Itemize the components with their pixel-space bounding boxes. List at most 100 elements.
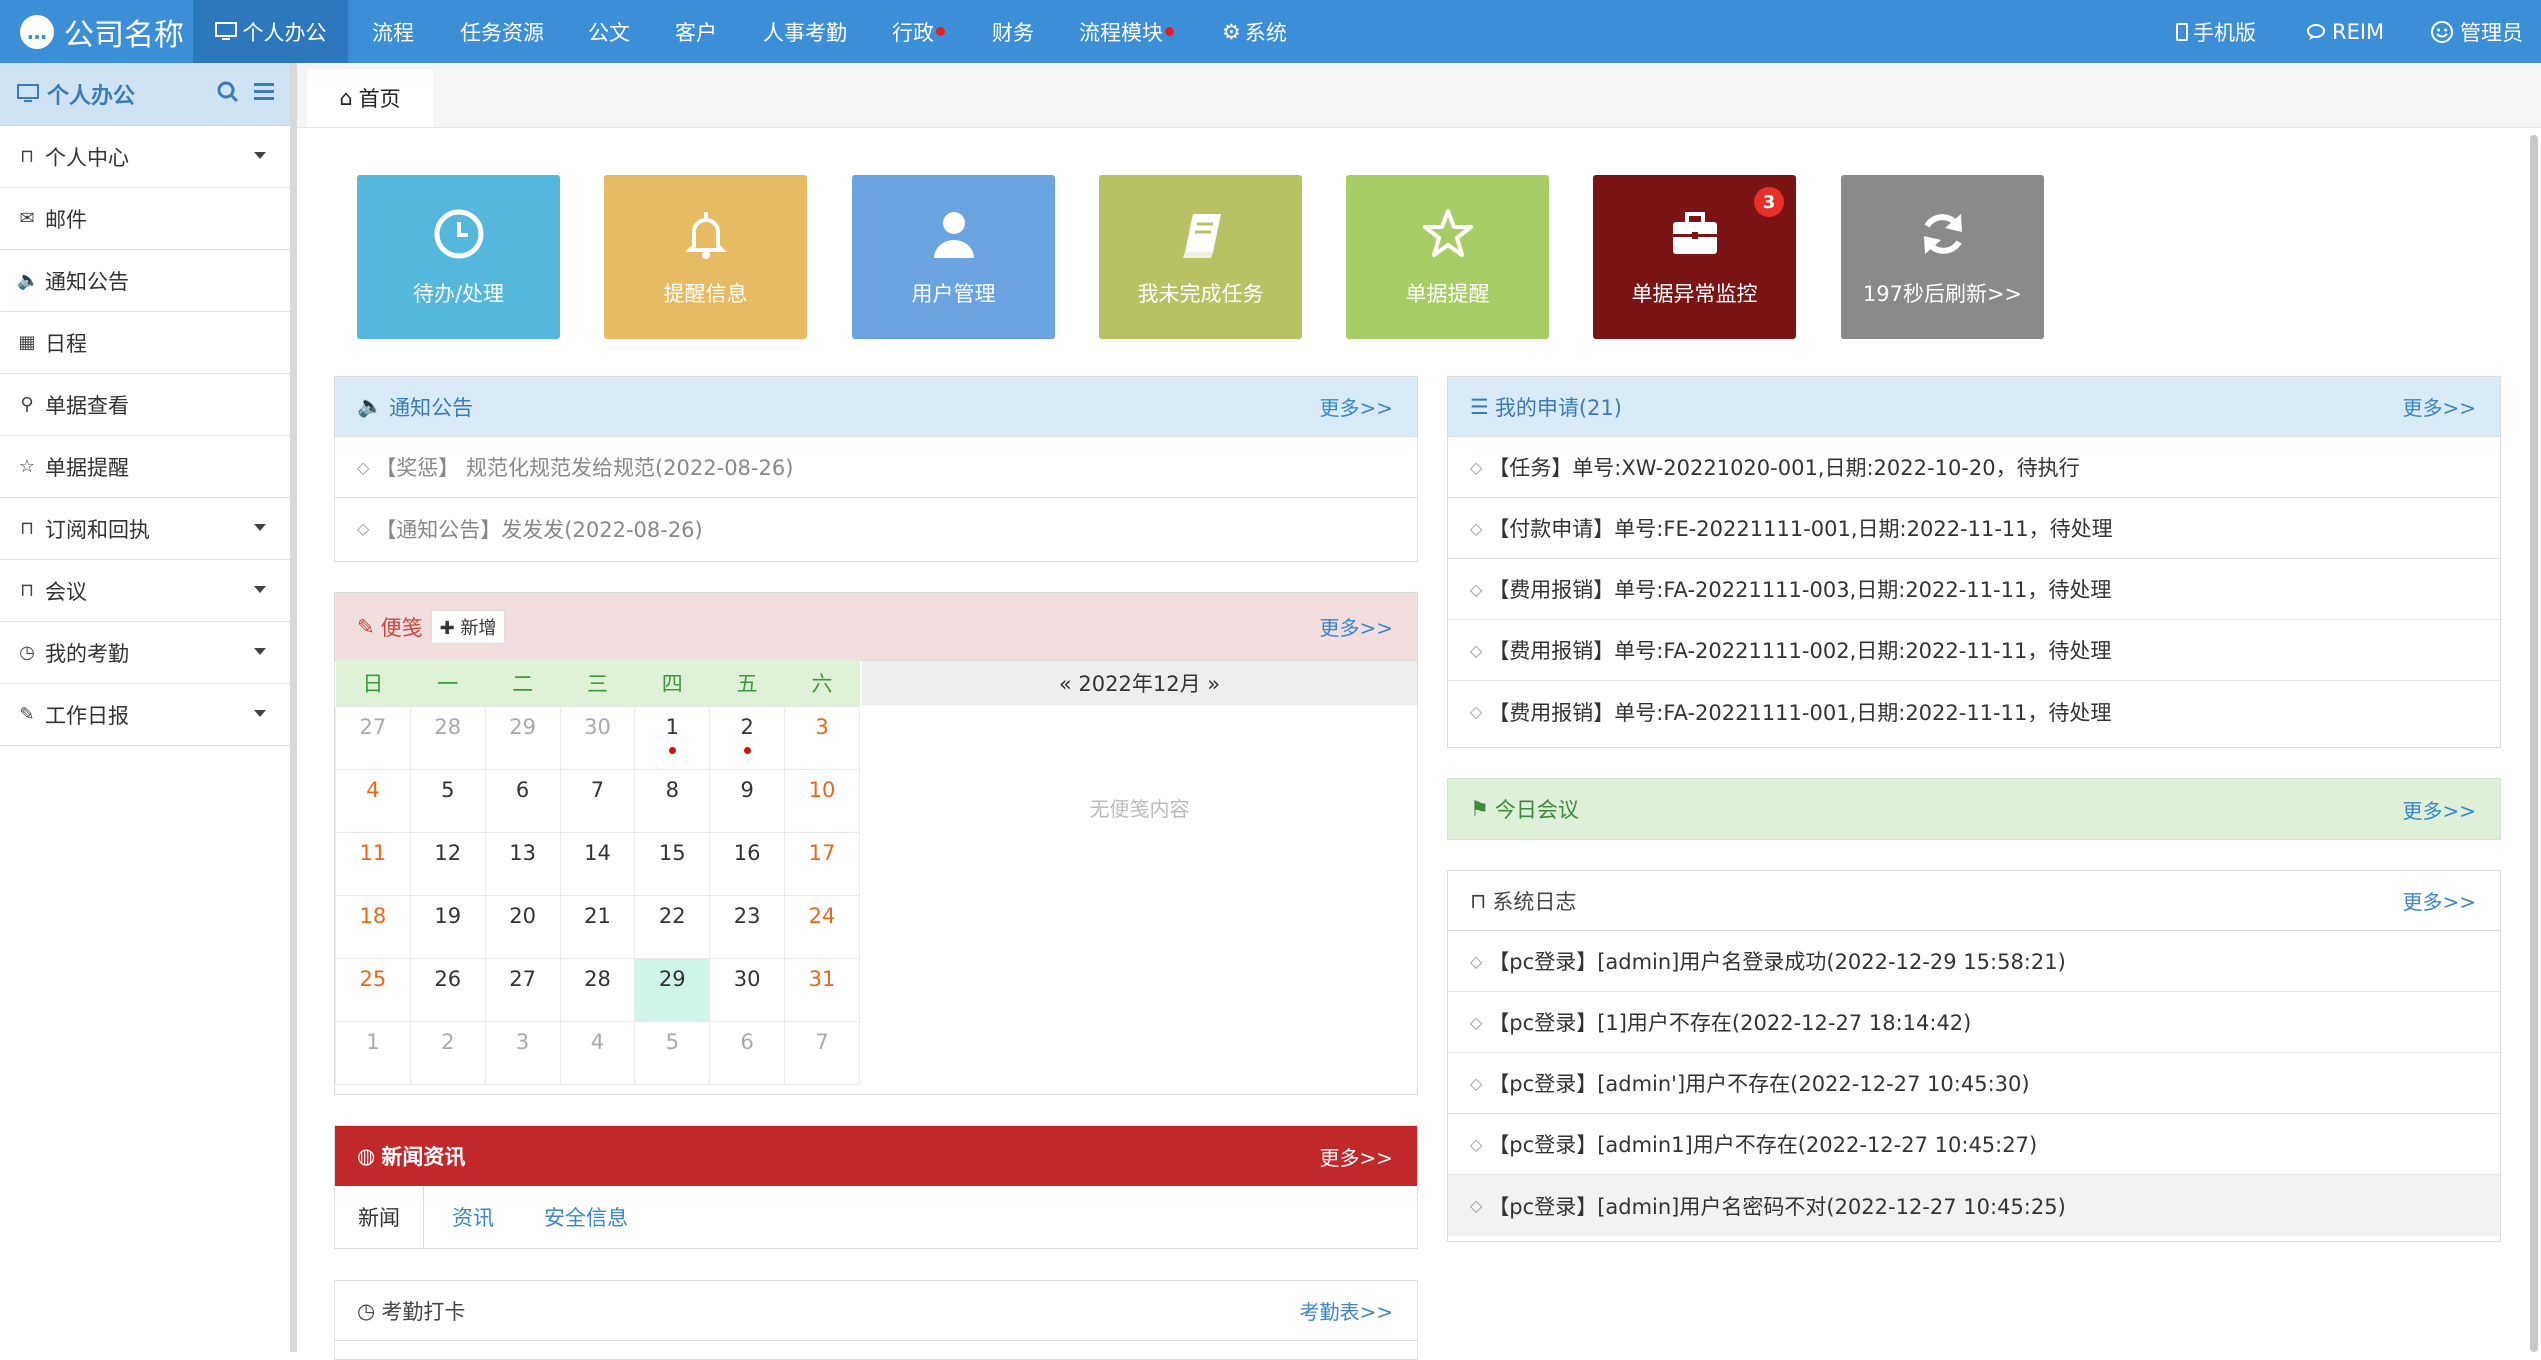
sidebar-item-meeting[interactable]: ⊓ 会议 bbox=[0, 560, 290, 622]
calendar-day[interactable]: 5 bbox=[409, 769, 486, 833]
more-link[interactable]: 更多>> bbox=[1319, 392, 1393, 421]
calendar-day[interactable]: 23 bbox=[709, 895, 786, 959]
sidebar-item-attendance[interactable]: ◷ 我的考勤 bbox=[0, 622, 290, 684]
calendar-day[interactable]: 31 bbox=[784, 958, 860, 1022]
calendar-day[interactable]: 30 bbox=[559, 706, 636, 770]
calendar-day[interactable]: 21 bbox=[559, 895, 636, 959]
tile-refresh[interactable]: 197秒后刷新>> bbox=[1841, 175, 2044, 339]
list-item[interactable]: ◇ 【费用报销】单号:FA-20221111-001,日期:2022-11-11，… bbox=[1448, 681, 2500, 742]
calendar-day[interactable]: 24 bbox=[784, 895, 860, 959]
search-icon[interactable] bbox=[217, 81, 239, 103]
attendance-sheet-link[interactable]: 考勤表>> bbox=[1299, 1296, 1393, 1325]
nav-item-document[interactable]: 公文 bbox=[588, 0, 630, 63]
calendar-day[interactable]: 18 bbox=[335, 895, 411, 959]
sidebar-item-daily-report[interactable]: ✎ 工作日报 bbox=[0, 684, 290, 746]
list-item[interactable]: ◇ 【费用报销】单号:FA-20221111-003,日期:2022-11-11，… bbox=[1448, 559, 2500, 620]
calendar-day[interactable]: 1 bbox=[634, 706, 711, 770]
list-item[interactable]: ◇ 【pc登录】[admin1]用户不存在(2022-12-27 10:45:27… bbox=[1448, 1114, 2500, 1175]
calendar-day[interactable]: 6 bbox=[709, 1021, 786, 1085]
calendar-day[interactable]: 25 bbox=[335, 958, 411, 1022]
calendar-day[interactable]: 27 bbox=[335, 706, 411, 770]
calendar-day[interactable]: 12 bbox=[409, 832, 486, 896]
list-item[interactable]: ◇ 【pc登录】[admin]用户名密码不对(2022-12-27 10:45:2… bbox=[1448, 1175, 2500, 1236]
calendar-day[interactable]: 19 bbox=[409, 895, 486, 959]
tile-reminder[interactable]: 提醒信息 bbox=[604, 175, 807, 339]
sidebar-item-doc-view[interactable]: ⚲ 单据查看 bbox=[0, 374, 290, 436]
list-item[interactable]: ◇ 【pc登录】[admin]用户名登录成功(2022-12-29 15:58:2… bbox=[1448, 931, 2500, 992]
nav-item-personal-office[interactable]: 个人办公 bbox=[193, 0, 348, 63]
calendar-day[interactable]: 17 bbox=[784, 832, 860, 896]
calendar-day[interactable]: 10 bbox=[784, 769, 860, 833]
calendar-day[interactable]: 4 bbox=[335, 769, 411, 833]
calendar-day[interactable]: 3 bbox=[784, 706, 860, 770]
list-item[interactable]: ◇ 【pc登录】[admin']用户不存在(2022-12-27 10:45:30… bbox=[1448, 1053, 2500, 1114]
calendar-day[interactable]: 29 bbox=[484, 706, 561, 770]
list-item[interactable]: ◇ 【奖惩】 规范化规范发给规范(2022-08-26) bbox=[335, 437, 1417, 498]
sidebar-item-mail[interactable]: ✉ 邮件 bbox=[0, 188, 290, 250]
sidebar-item-doc-remind[interactable]: ☆ 单据提醒 bbox=[0, 436, 290, 498]
more-link[interactable]: 更多>> bbox=[2402, 795, 2476, 824]
calendar-day[interactable]: 13 bbox=[484, 832, 561, 896]
calendar-day[interactable]: 16 bbox=[709, 832, 786, 896]
tile-todo[interactable]: 待办/处理 bbox=[357, 175, 560, 339]
tab-info[interactable]: 资讯 bbox=[452, 1202, 494, 1232]
tab-news[interactable]: 新闻 bbox=[335, 1186, 424, 1248]
more-link[interactable]: 更多>> bbox=[1319, 1142, 1393, 1171]
month-label[interactable]: « 2022年12月 » bbox=[1059, 668, 1220, 698]
more-link[interactable]: 更多>> bbox=[1319, 612, 1393, 641]
calendar-day[interactable]: 29 bbox=[634, 958, 711, 1022]
list-item[interactable]: ◇ 【费用报销】单号:FA-20221111-002,日期:2022-11-11，… bbox=[1448, 620, 2500, 681]
nav-item-flow-module[interactable]: 流程模块 bbox=[1079, 0, 1174, 63]
menu-icon[interactable] bbox=[253, 81, 275, 101]
calendar-day[interactable]: 2 bbox=[409, 1021, 486, 1085]
nav-item-hr-attendance[interactable]: 人事考勤 bbox=[763, 0, 847, 63]
calendar-day[interactable]: 28 bbox=[559, 958, 636, 1022]
tile-doc-monitor[interactable]: 3 单据异常监控 bbox=[1593, 175, 1796, 339]
calendar-day[interactable]: 26 bbox=[409, 958, 486, 1022]
nav-item-task-resource[interactable]: 任务资源 bbox=[460, 0, 544, 63]
more-link[interactable]: 更多>> bbox=[2402, 392, 2476, 421]
list-item[interactable]: ◇ 【付款申请】单号:FE-20221111-001,日期:2022-11-11，… bbox=[1448, 498, 2500, 559]
list-item[interactable]: ◇ 【任务】单号:XW-20221020-001,日期:2022-10-20，待执… bbox=[1448, 437, 2500, 498]
sidebar-item-subscribe[interactable]: ⊓ 订阅和回执 bbox=[0, 498, 290, 560]
sidebar-item-schedule[interactable]: ▦ 日程 bbox=[0, 312, 290, 374]
list-item[interactable]: ◇ 【通知公告】发发发(2022-08-26) bbox=[335, 498, 1417, 559]
calendar-day[interactable]: 22 bbox=[634, 895, 711, 959]
calendar-day[interactable]: 28 bbox=[409, 706, 486, 770]
nav-item-system[interactable]: ⚙ 系统 bbox=[1222, 0, 1287, 63]
brand[interactable]: … 公司名称 bbox=[20, 0, 184, 63]
scrollbar[interactable] bbox=[2530, 135, 2538, 1352]
sidebar-item-notice[interactable]: 🔈 通知公告 bbox=[0, 250, 290, 312]
calendar-day[interactable]: 8 bbox=[634, 769, 711, 833]
nav-reim[interactable]: REIM bbox=[2306, 0, 2384, 63]
calendar-day[interactable]: 1 bbox=[335, 1021, 411, 1085]
nav-item-flow[interactable]: 流程 bbox=[372, 0, 414, 63]
calendar-day[interactable]: 9 bbox=[709, 769, 786, 833]
calendar-day[interactable]: 11 bbox=[335, 832, 411, 896]
calendar-day[interactable]: 7 bbox=[559, 769, 636, 833]
add-memo-button[interactable]: ✚ 新增 bbox=[430, 609, 506, 644]
more-link[interactable]: 更多>> bbox=[2402, 886, 2476, 915]
tab-home[interactable]: ⌂ 首页 bbox=[307, 69, 433, 127]
tile-user-manage[interactable]: 用户管理 bbox=[852, 175, 1055, 339]
calendar-day[interactable]: 6 bbox=[484, 769, 561, 833]
tile-unfinished-task[interactable]: 我未完成任务 bbox=[1099, 175, 1302, 339]
nav-mobile[interactable]: 手机版 bbox=[2176, 0, 2256, 63]
nav-item-admin[interactable]: 行政 bbox=[892, 0, 945, 63]
calendar-day[interactable]: 14 bbox=[559, 832, 636, 896]
calendar-day[interactable]: 4 bbox=[559, 1021, 636, 1085]
tile-doc-remind[interactable]: 单据提醒 bbox=[1346, 175, 1549, 339]
tab-security[interactable]: 安全信息 bbox=[544, 1202, 628, 1232]
calendar-day[interactable]: 30 bbox=[709, 958, 786, 1022]
sidebar-item-personal-center[interactable]: ⊓ 个人中心 bbox=[0, 126, 290, 188]
nav-item-finance[interactable]: 财务 bbox=[992, 0, 1034, 63]
calendar-day[interactable]: 2 bbox=[709, 706, 786, 770]
nav-item-customer[interactable]: 客户 bbox=[675, 0, 717, 63]
list-item[interactable]: ◇ 【pc登录】[1]用户不存在(2022-12-27 18:14:42) bbox=[1448, 992, 2500, 1053]
calendar-day[interactable]: 20 bbox=[484, 895, 561, 959]
calendar-day[interactable]: 15 bbox=[634, 832, 711, 896]
calendar-day[interactable]: 5 bbox=[634, 1021, 711, 1085]
calendar-day[interactable]: 3 bbox=[484, 1021, 561, 1085]
calendar-day[interactable]: 27 bbox=[484, 958, 561, 1022]
calendar-day[interactable]: 7 bbox=[784, 1021, 860, 1085]
